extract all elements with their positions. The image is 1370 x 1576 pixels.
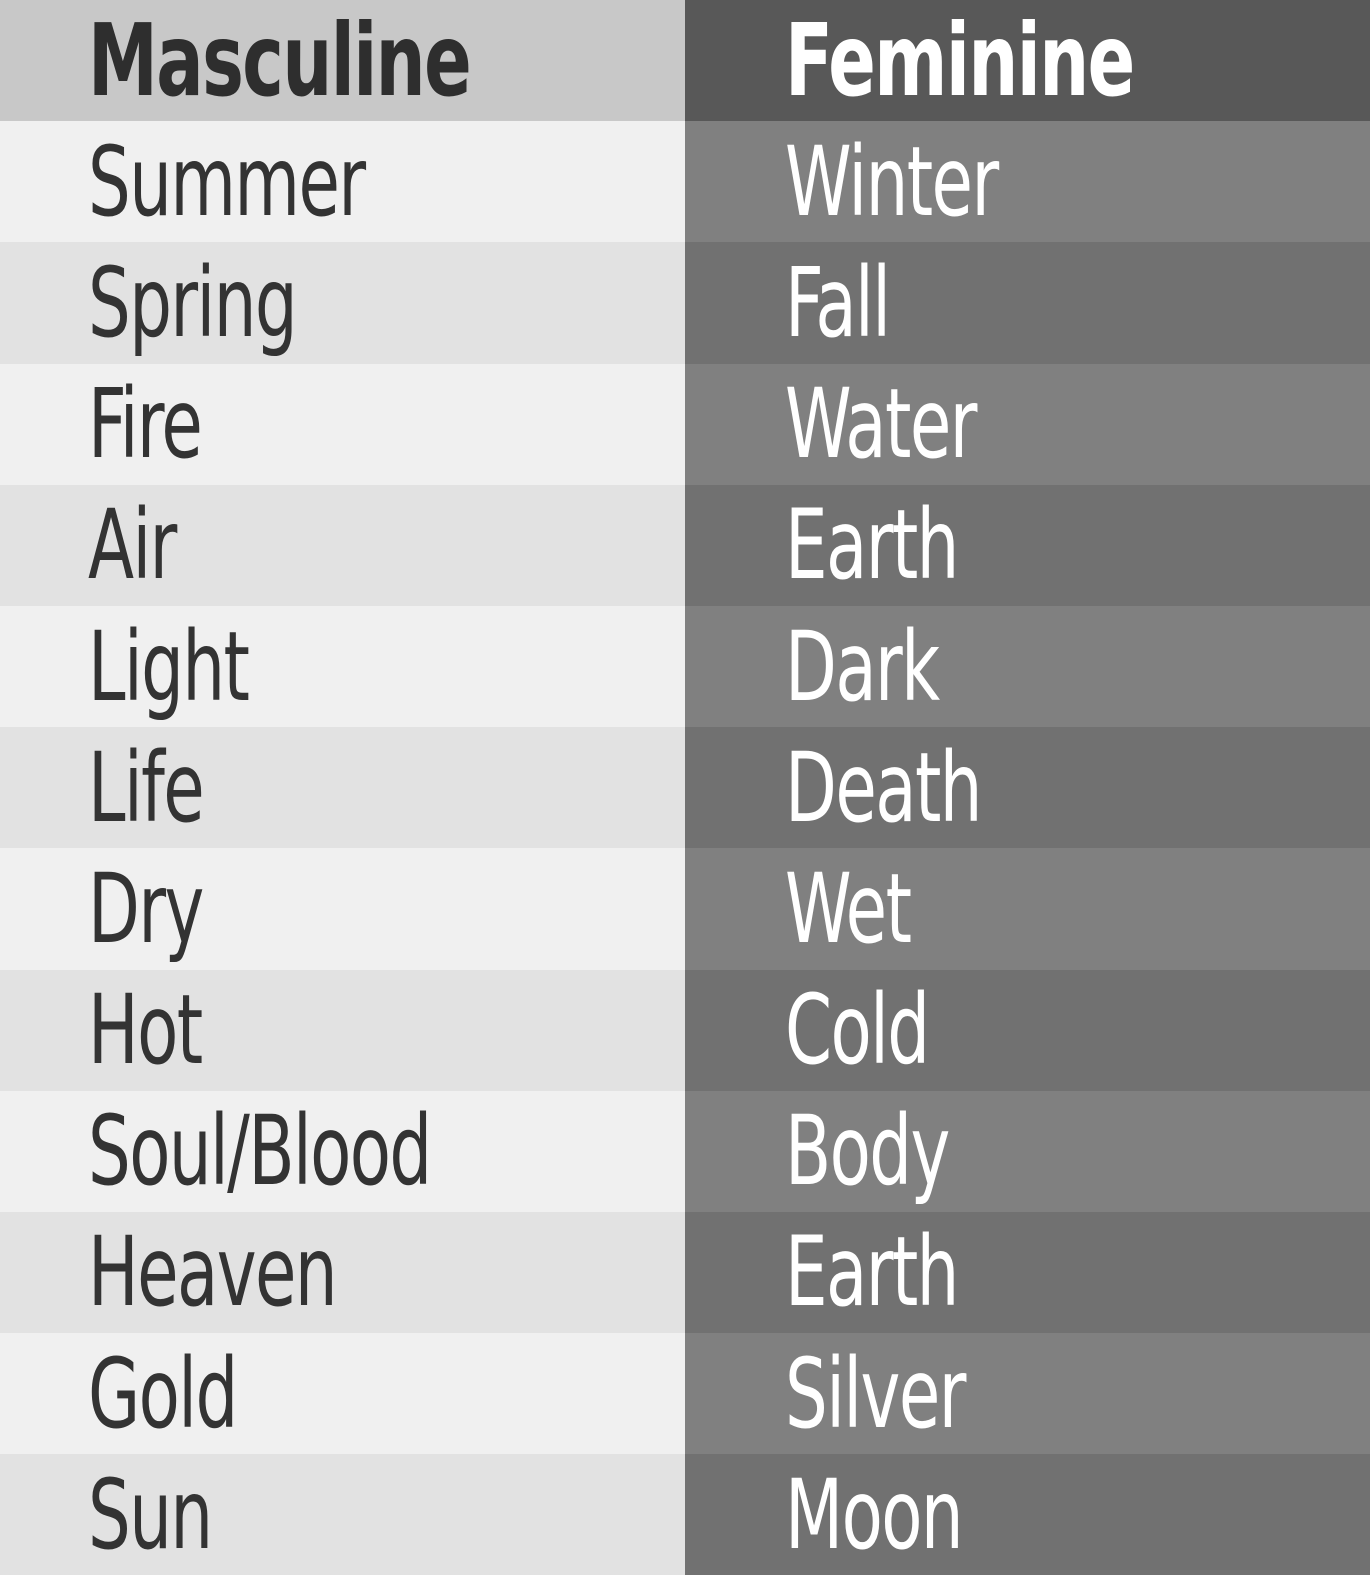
cell-text: Gold: [88, 1337, 238, 1450]
cell-text: Summer: [88, 125, 366, 238]
table-cell-masculine: Spring: [0, 242, 685, 364]
cell-text: Silver: [785, 1337, 966, 1450]
header-feminine-label: Feminine: [785, 1, 1135, 119]
table-cell-masculine: Life: [0, 727, 685, 849]
cell-text: Sun: [88, 1458, 213, 1571]
table-cell-feminine: Water: [685, 363, 1370, 485]
cell-text: Light: [88, 610, 250, 723]
cell-text: Water: [785, 368, 977, 481]
table-cell-masculine: Dry: [0, 848, 685, 970]
table-cell-feminine: Earth: [685, 1211, 1370, 1334]
cell-text: Dark: [785, 610, 940, 723]
header-masculine: Masculine: [0, 0, 685, 122]
table-cell-feminine: Moon: [685, 1454, 1370, 1576]
table-cell-masculine: Air: [0, 484, 685, 606]
table-cell-masculine: Summer: [0, 121, 685, 243]
table-cell-feminine: Silver: [685, 1333, 1370, 1455]
table-cell-feminine: Cold: [685, 969, 1370, 1091]
table-cell-masculine: Hot: [0, 969, 685, 1091]
table-cell-masculine: Sun: [0, 1454, 685, 1576]
table-cell-feminine: Dark: [685, 605, 1370, 728]
table-cell-feminine: Winter: [685, 121, 1370, 243]
cell-text: Body: [785, 1095, 950, 1208]
header-masculine-label: Masculine: [88, 1, 472, 119]
cell-text: Wet: [785, 852, 912, 965]
table-cell-masculine: Gold: [0, 1333, 685, 1455]
table-cell-feminine: Fall: [685, 242, 1370, 364]
cell-text: Winter: [785, 125, 999, 238]
table-cell-feminine: Death: [685, 727, 1370, 849]
table-cell-feminine: Body: [685, 1090, 1370, 1212]
cell-text: Air: [88, 489, 177, 602]
comparison-table: Masculine Feminine Summer Winter Spring …: [0, 0, 1370, 1576]
table-cell-feminine: Earth: [685, 484, 1370, 606]
cell-text: Fire: [88, 368, 203, 481]
cell-text: Fall: [785, 246, 891, 359]
cell-text: Death: [785, 731, 982, 844]
cell-text: Heaven: [88, 1216, 338, 1329]
cell-text: Cold: [785, 974, 930, 1087]
cell-text: Earth: [785, 489, 959, 602]
cell-text: Soul/Blood: [88, 1095, 432, 1208]
header-feminine: Feminine: [685, 0, 1370, 122]
cell-text: Moon: [785, 1458, 964, 1571]
cell-text: Hot: [88, 974, 203, 1087]
cell-text: Life: [88, 731, 205, 844]
table-cell-feminine: Wet: [685, 848, 1370, 970]
table-cell-masculine: Heaven: [0, 1211, 685, 1334]
table-cell-masculine: Fire: [0, 363, 685, 485]
table-cell-masculine: Light: [0, 605, 685, 728]
cell-text: Earth: [785, 1216, 959, 1329]
table-cell-masculine: Soul/Blood: [0, 1090, 685, 1212]
cell-text: Dry: [88, 852, 204, 965]
cell-text: Spring: [88, 246, 298, 359]
